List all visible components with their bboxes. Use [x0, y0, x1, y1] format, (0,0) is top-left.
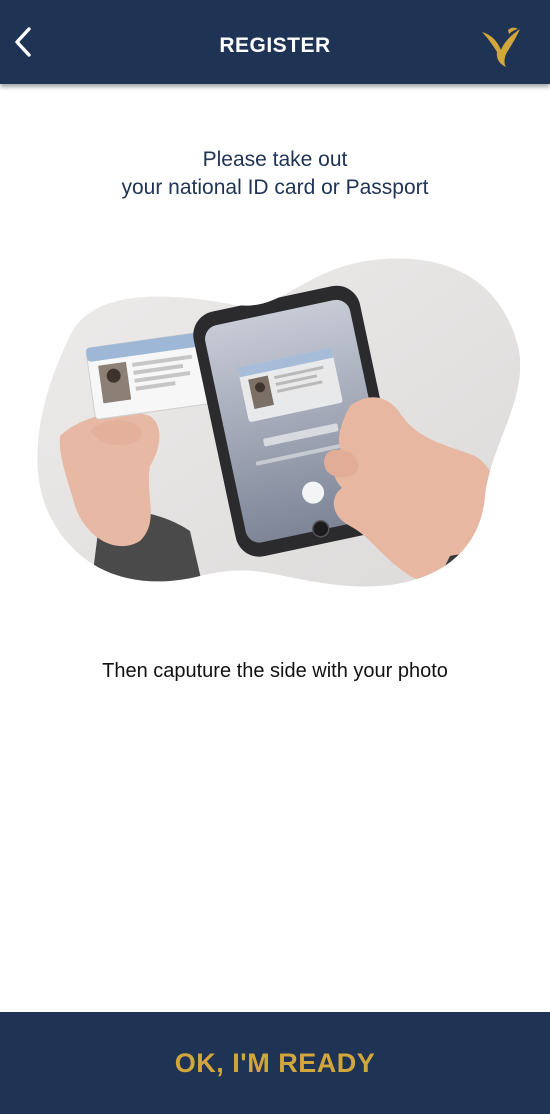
- capture-instruction: Then caputure the side with your photo: [102, 660, 448, 682]
- ready-button[interactable]: OK, I'M READY: [0, 1012, 550, 1114]
- page-title-text: REGISTER: [219, 34, 331, 57]
- register-screen: REGISTER Please take out your national I…: [0, 0, 550, 1114]
- app-header: REGISTER: [0, 0, 550, 84]
- ready-button-label: OK, I'M READY: [174, 1047, 376, 1078]
- bird-logo-icon: [482, 27, 520, 67]
- id-scan-illustration: [37, 258, 520, 587]
- intro-line-1: Please take out: [202, 148, 348, 171]
- intro-line-2: your national ID card or Passport: [121, 176, 429, 199]
- page-title: REGISTER: [0, 0, 550, 93]
- intro-text: Please take out your national ID card or…: [0, 146, 550, 202]
